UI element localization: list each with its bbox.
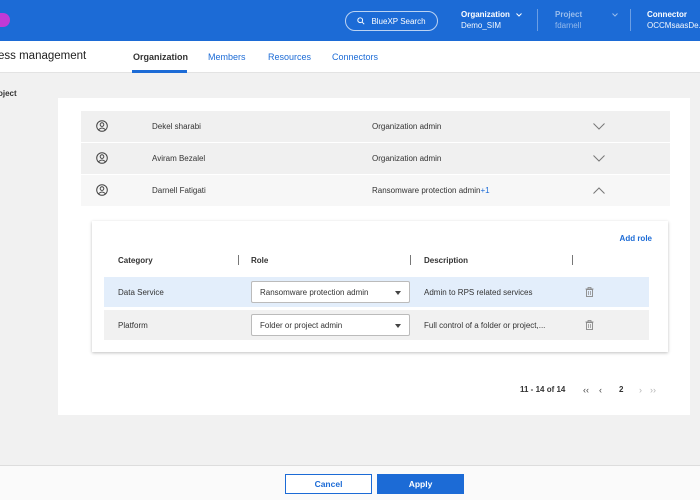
add-role-button[interactable]: Add role	[620, 234, 652, 243]
extra-roles-count[interactable]: +1	[481, 186, 490, 195]
dropdown-arrow-icon	[395, 324, 401, 328]
column-header-role: Role	[251, 256, 269, 265]
project-value: fdarnell	[555, 21, 582, 30]
column-header-description: Description	[424, 256, 469, 265]
tab-organization[interactable]: Organization	[133, 52, 188, 62]
member-role: Ransomware protection admin+1	[372, 186, 490, 195]
current-page: 2	[619, 385, 624, 394]
organization-value: Demo_SIM	[461, 21, 502, 30]
next-page-icon[interactable]: ›	[639, 385, 642, 395]
tab-resources[interactable]: Resources	[268, 52, 311, 62]
first-page-icon[interactable]: ‹‹	[583, 385, 589, 395]
chevron-up-icon[interactable]	[593, 187, 605, 194]
tab-connectors[interactable]: Connectors	[332, 52, 378, 62]
trash-icon[interactable]	[585, 320, 594, 330]
apply-button[interactable]: Apply	[377, 474, 464, 494]
table-row: Data Service Ransomware protection admin…	[104, 277, 649, 307]
member-row-expanded[interactable]: Darnell Fatigati Ransomware protection a…	[81, 175, 670, 206]
member-row[interactable]: Dekel sharabi Organization admin	[81, 111, 670, 142]
footer-bar: Cancel Apply	[0, 465, 700, 500]
user-icon	[96, 152, 108, 164]
header-divider	[630, 9, 631, 31]
chevron-down-icon	[612, 12, 618, 17]
organization-label: Organization	[461, 10, 510, 19]
member-name: Dekel sharabi	[152, 122, 201, 131]
prev-page-icon[interactable]: ‹	[599, 385, 602, 395]
table-row: Platform Folder or project admin Full co…	[104, 310, 649, 340]
member-name: Darnell Fatigati	[152, 186, 206, 195]
description-cell: Full control of a folder or project,...	[424, 321, 546, 330]
cancel-button[interactable]: Cancel	[285, 474, 372, 494]
members-card: Dekel sharabi Organization admin Aviram …	[58, 98, 690, 415]
top-header: BlueXP Search Organization Demo_SIM Proj…	[0, 0, 700, 41]
column-divider	[238, 255, 239, 265]
search-icon	[357, 17, 365, 25]
sub-navigation: ess management Organization Members Reso…	[0, 41, 700, 73]
role-detail-panel: Add role Category Role Description Data …	[92, 221, 668, 352]
search-button[interactable]: BlueXP Search	[345, 11, 438, 31]
chevron-down-icon	[516, 12, 522, 17]
last-page-icon[interactable]: ››	[650, 385, 656, 395]
chevron-down-icon[interactable]	[593, 123, 605, 130]
member-row[interactable]: Aviram Bezalel Organization admin	[81, 143, 670, 174]
project-selector[interactable]: Project fdarnell	[555, 9, 618, 31]
column-header-category: Category	[118, 256, 153, 265]
header-divider	[537, 9, 538, 31]
tab-members[interactable]: Members	[208, 52, 246, 62]
search-label: BlueXP Search	[371, 16, 426, 26]
column-divider	[410, 255, 411, 265]
dropdown-arrow-icon	[395, 291, 401, 295]
active-tab-indicator	[132, 70, 187, 73]
member-role: Organization admin	[372, 154, 442, 163]
role-select[interactable]: Folder or project admin	[251, 314, 410, 336]
product-badge	[0, 13, 10, 27]
connector-selector[interactable]: Connector OCCMsaasDe...	[647, 9, 700, 31]
connector-label: Connector	[647, 10, 687, 19]
member-name: Aviram Bezalel	[152, 154, 206, 163]
side-label: oject	[0, 89, 17, 98]
member-role: Organization admin	[372, 122, 442, 131]
column-divider	[572, 255, 573, 265]
user-icon	[96, 184, 108, 196]
project-label: Project	[555, 10, 583, 19]
category-cell: Platform	[118, 321, 148, 330]
organization-selector[interactable]: Organization Demo_SIM	[461, 9, 522, 31]
trash-icon[interactable]	[585, 287, 594, 297]
page-title: ess management	[0, 50, 87, 62]
category-cell: Data Service	[118, 288, 164, 297]
role-select[interactable]: Ransomware protection admin	[251, 281, 410, 303]
chevron-down-icon[interactable]	[593, 155, 605, 162]
user-icon	[96, 120, 108, 132]
pagination-range: 11 - 14 of 14	[520, 385, 566, 394]
connector-value: OCCMsaasDe...	[647, 21, 700, 30]
description-cell: Admin to RPS related services	[424, 288, 533, 297]
